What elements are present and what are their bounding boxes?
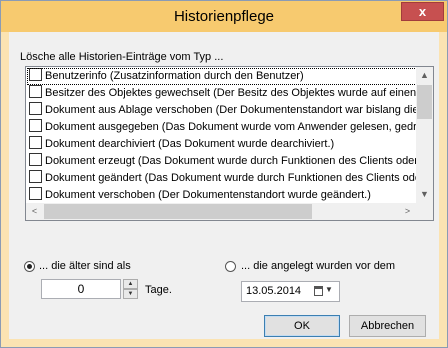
scroll-up-icon[interactable]: ▲ bbox=[416, 67, 433, 84]
entry-type-checkbox[interactable] bbox=[29, 170, 42, 183]
chevron-down-icon: ▼ bbox=[325, 285, 333, 294]
scroll-down-icon[interactable]: ▼ bbox=[416, 186, 433, 203]
close-button[interactable]: x bbox=[401, 2, 444, 21]
window-title: Historienpflege bbox=[173, 8, 275, 25]
created-before-radio[interactable] bbox=[225, 261, 236, 272]
created-before-label[interactable]: ... die angelegt wurden vor dem bbox=[241, 260, 395, 272]
list-item[interactable]: Benutzerinfo (Zusatzinformation durch de… bbox=[27, 68, 417, 85]
title-bar[interactable]: Historienpflege x bbox=[1, 1, 447, 32]
dialog-client-area: Lösche alle Historien-Einträge vom Typ .… bbox=[9, 32, 439, 339]
scroll-right-icon[interactable]: > bbox=[399, 203, 416, 220]
entry-type-label: Dokument ausgegeben (Das Dokument wurde … bbox=[45, 121, 417, 133]
entry-type-checkbox[interactable] bbox=[29, 119, 42, 132]
entry-type-label: Benutzerinfo (Zusatzinformation durch de… bbox=[45, 70, 304, 82]
list-item[interactable]: Dokument dearchiviert (Das Dokument wurd… bbox=[27, 136, 417, 153]
entry-type-group-label: Lösche alle Historien-Einträge vom Typ .… bbox=[20, 51, 224, 63]
entry-type-checkbox[interactable] bbox=[29, 85, 42, 98]
date-dropdown-button[interactable]: ▼ bbox=[314, 285, 336, 298]
list-item[interactable]: Dokument erzeugt (Das Dokument wurde dur… bbox=[27, 153, 417, 170]
calendar-icon bbox=[314, 286, 323, 296]
vertical-scroll-thumb[interactable] bbox=[417, 85, 432, 119]
ok-button[interactable]: OK bbox=[264, 315, 340, 337]
older-than-label[interactable]: ... die älter sind als bbox=[39, 260, 131, 272]
spin-up-icon[interactable]: ▲ bbox=[123, 279, 138, 289]
entry-type-label: Besitzer des Objektes gewechselt (Der Be… bbox=[45, 87, 417, 99]
entry-type-label: Dokument aus Ablage verschoben (Der Doku… bbox=[45, 104, 417, 116]
entry-type-list[interactable]: Benutzerinfo (Zusatzinformation durch de… bbox=[25, 66, 434, 221]
cancel-button[interactable]: Abbrechen bbox=[349, 315, 426, 337]
vertical-scrollbar[interactable]: ▲ ▼ bbox=[416, 67, 433, 203]
list-item[interactable]: Dokument geändert (Das Dokument wurde du… bbox=[27, 170, 417, 187]
list-item[interactable]: Dokument aus Ablage verschoben (Der Doku… bbox=[27, 102, 417, 119]
entry-type-checkbox[interactable] bbox=[29, 187, 42, 200]
entry-type-checkbox[interactable] bbox=[29, 136, 42, 149]
days-input[interactable]: 0 bbox=[41, 279, 121, 299]
older-than-radio[interactable] bbox=[24, 261, 35, 272]
entry-type-checkbox[interactable] bbox=[29, 153, 42, 166]
entry-type-label: Dokument erzeugt (Das Dokument wurde dur… bbox=[45, 155, 417, 167]
days-unit-label: Tage. bbox=[145, 284, 172, 296]
entry-type-label: Dokument verschoben (Der Dokumentenstand… bbox=[45, 189, 371, 201]
days-spinner[interactable]: ▲ ▼ bbox=[123, 279, 138, 299]
list-item[interactable]: Besitzer des Objektes gewechselt (Der Be… bbox=[27, 85, 417, 102]
list-item[interactable]: Dokument ausgegeben (Das Dokument wurde … bbox=[27, 119, 417, 136]
horizontal-scroll-thumb[interactable] bbox=[44, 204, 312, 219]
date-value[interactable]: 13.05.2014 bbox=[246, 285, 301, 297]
horizontal-scrollbar[interactable]: < > bbox=[26, 203, 416, 220]
history-maintenance-dialog: Historienpflege x Lösche alle Historien-… bbox=[0, 0, 448, 348]
entry-type-label: Dokument geändert (Das Dokument wurde du… bbox=[45, 172, 417, 184]
scroll-left-icon[interactable]: < bbox=[26, 203, 43, 220]
spin-down-icon[interactable]: ▼ bbox=[123, 289, 138, 299]
entry-type-label: Dokument dearchiviert (Das Dokument wurd… bbox=[45, 138, 335, 150]
list-item[interactable]: Dokument verschoben (Der Dokumentenstand… bbox=[27, 187, 417, 204]
entry-type-list-items: Benutzerinfo (Zusatzinformation durch de… bbox=[27, 68, 417, 204]
date-picker[interactable]: 13.05.2014 ▼ bbox=[241, 281, 340, 302]
scrollbar-corner bbox=[416, 203, 433, 220]
entry-type-checkbox[interactable] bbox=[29, 102, 42, 115]
entry-type-checkbox[interactable] bbox=[29, 68, 42, 81]
